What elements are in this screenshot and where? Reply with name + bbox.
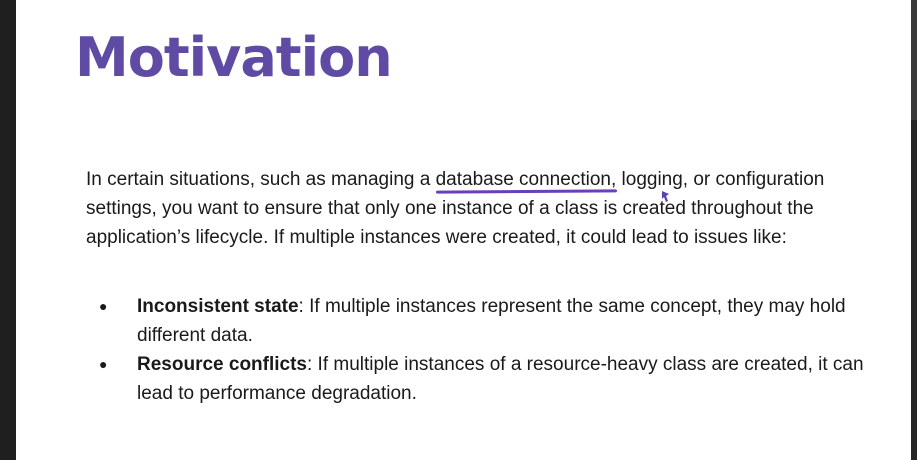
slide: Motivation In certain situations, such a… xyxy=(16,0,911,460)
left-window-edge xyxy=(0,0,16,460)
right-window-edge xyxy=(911,0,917,460)
list-item: ● Inconsistent state: If multiple instan… xyxy=(86,292,876,350)
pen-cursor-icon xyxy=(662,191,669,202)
bullet-dot-icon: ● xyxy=(99,356,108,372)
highlighted-text: database connection xyxy=(435,169,611,190)
annotation-underline xyxy=(435,189,617,194)
scrollbar-thumb[interactable] xyxy=(911,0,917,120)
bullet-term: Inconsistent state xyxy=(137,296,299,317)
intro-paragraph: In certain situations, such as managing … xyxy=(86,165,866,252)
list-item: ● Resource conflicts: If multiple instan… xyxy=(86,350,876,408)
bullet-term: Resource conflicts xyxy=(137,354,307,375)
bullet-dot-icon: ● xyxy=(99,298,108,314)
bullet-list: ● Inconsistent state: If multiple instan… xyxy=(86,292,876,408)
intro-text-before: In certain situations, such as managing … xyxy=(86,169,436,190)
slide-title: Motivation xyxy=(75,26,393,89)
highlighted-phrase: database connection xyxy=(435,169,617,194)
